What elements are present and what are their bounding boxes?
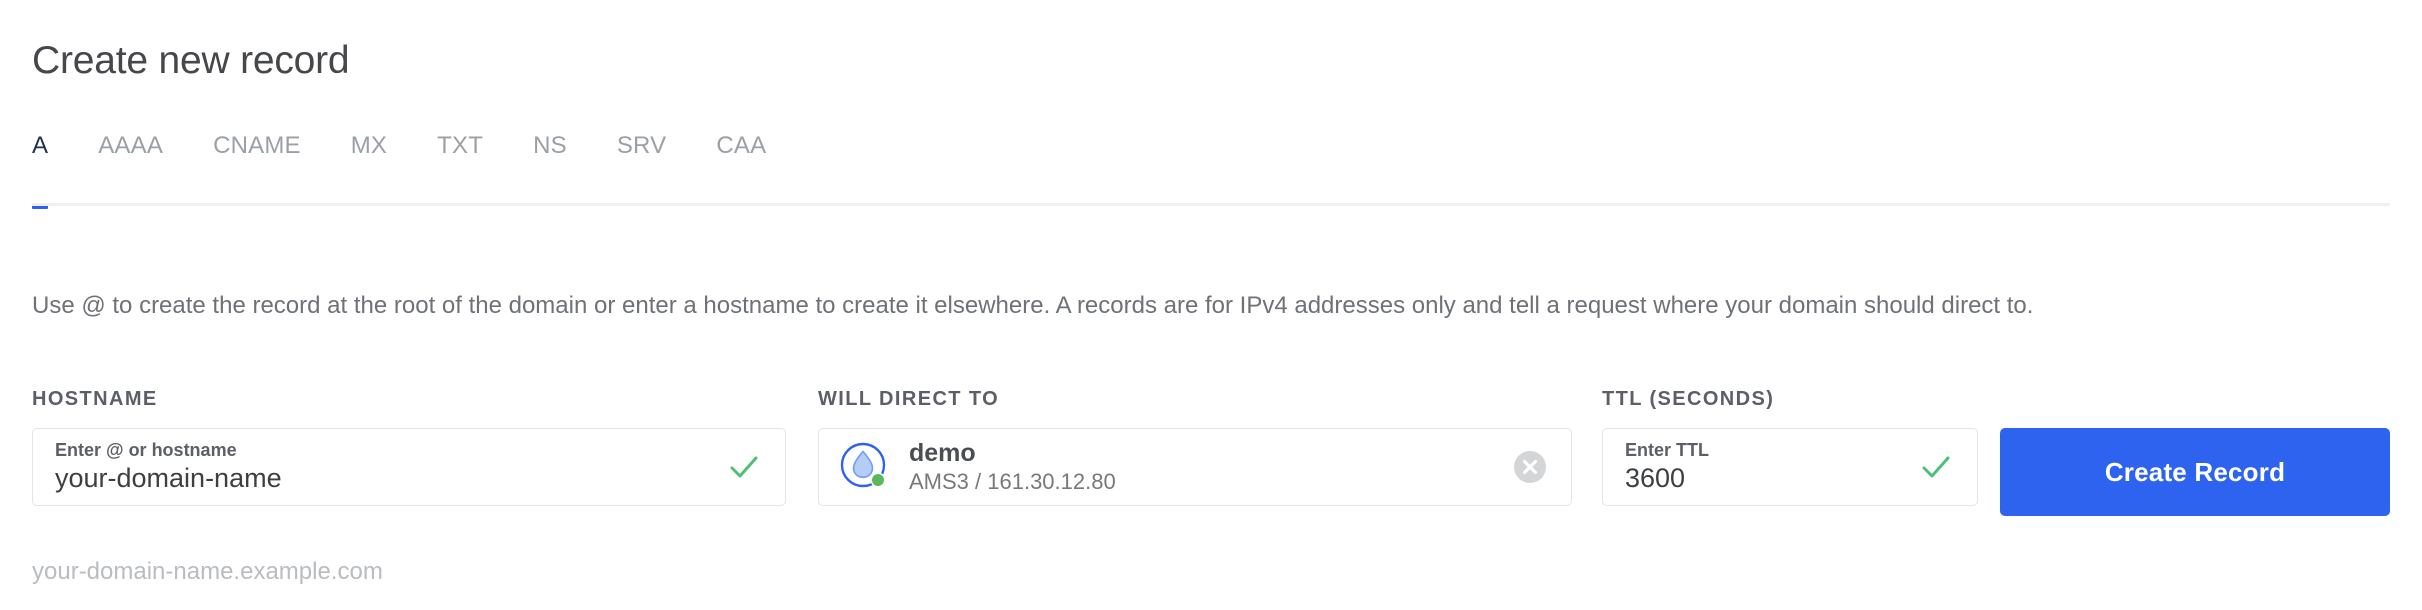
check-icon — [727, 450, 761, 484]
tab-aaaa[interactable]: AAAA — [98, 133, 163, 209]
tab-cname[interactable]: CNAME — [213, 133, 301, 209]
hostname-input[interactable]: Enter @ or hostname your-domain-name — [32, 428, 786, 506]
clear-circle-icon[interactable] — [1511, 448, 1549, 486]
create-record-panel: Create new record A AAAA CNAME MX TXT NS… — [0, 0, 2422, 610]
hostname-input-inner: Enter @ or hostname your-domain-name — [33, 440, 717, 494]
hostname-value: your-domain-name — [55, 463, 282, 493]
droplet-region-ip: AMS3 / 161.30.12.80 — [909, 468, 1116, 494]
tab-txt[interactable]: TXT — [437, 133, 483, 209]
will-direct-to-label: WILL DIRECT TO — [818, 388, 1000, 410]
ttl-value: 3600 — [1625, 463, 1686, 493]
record-type-tabs: A AAAA CNAME MX TXT NS SRV CAA — [32, 133, 766, 209]
tab-mx[interactable]: MX — [351, 133, 387, 209]
ttl-placeholder: Enter TTL — [1625, 440, 1709, 460]
tabs-divider — [32, 203, 2390, 206]
hostname-field-group: HOSTNAME Enter @ or hostname your-domain… — [32, 388, 786, 506]
will-direct-to-select[interactable]: demo AMS3 / 161.30.12.80 — [818, 428, 1572, 506]
droplet-icon — [839, 441, 891, 493]
tab-srv[interactable]: SRV — [617, 133, 667, 209]
tab-a[interactable]: A — [32, 133, 49, 209]
hostname-placeholder: Enter @ or hostname — [55, 440, 237, 460]
droplet-name: demo — [909, 438, 976, 467]
will-direct-to-field-group: WILL DIRECT TO demo AMS3 / 161.30.12.80 — [818, 388, 1572, 506]
create-record-button[interactable]: Create Record — [2000, 428, 2390, 516]
hostname-preview-hint: your-domain-name.example.com — [32, 558, 383, 585]
droplet-info: demo AMS3 / 161.30.12.80 — [909, 439, 1501, 496]
tab-caa[interactable]: CAA — [716, 133, 766, 209]
ttl-input[interactable]: Enter TTL 3600 — [1602, 428, 1978, 506]
check-icon — [1919, 450, 1953, 484]
ttl-label: TTL (SECONDS) — [1602, 388, 1775, 410]
tab-ns[interactable]: NS — [533, 133, 567, 209]
record-description: Use @ to create the record at the root o… — [32, 292, 2034, 319]
page-title: Create new record — [32, 39, 350, 83]
ttl-input-inner: Enter TTL 3600 — [1603, 440, 1909, 494]
ttl-field-group: TTL (SECONDS) Enter TTL 3600 — [1602, 388, 1978, 506]
record-form: HOSTNAME Enter @ or hostname your-domain… — [0, 388, 2422, 568]
hostname-label: HOSTNAME — [32, 388, 158, 410]
